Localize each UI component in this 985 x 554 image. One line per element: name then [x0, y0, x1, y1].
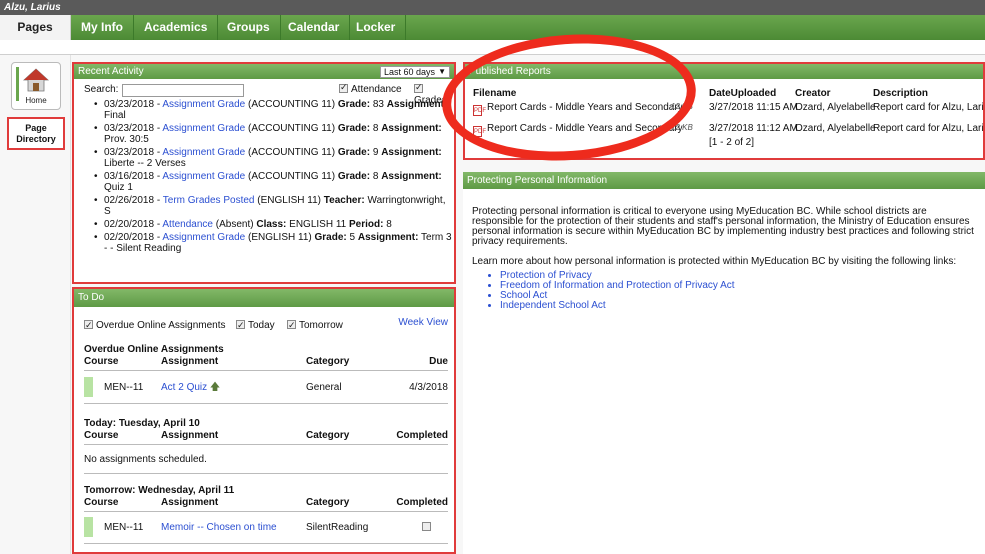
attendance-filter[interactable]: Attendance	[339, 82, 402, 95]
week-view-link[interactable]: Week View	[398, 316, 448, 330]
search-input[interactable]	[122, 84, 244, 97]
activity-list: 03/23/2018 - Assignment Grade (ACCOUNTIN…	[84, 99, 454, 256]
list-item: 03/23/2018 - Assignment Grade (ACCOUNTIN…	[94, 123, 454, 145]
report-link[interactable]: Report Cards - Middle Years and Secondar…	[487, 123, 683, 134]
col-description[interactable]: Description	[873, 88, 928, 99]
home-icon	[22, 68, 50, 92]
dropdown-arrow-icon: ▼	[438, 67, 446, 76]
col-creator[interactable]: Creator	[795, 88, 831, 99]
privacy-title: Protecting Personal Information	[467, 175, 608, 186]
page-directory-label-1: Page	[25, 123, 47, 133]
list-item: 02/20/2018 - Assignment Grade (ENGLISH 1…	[94, 232, 454, 254]
tomorrow-checkbox[interactable]	[287, 318, 296, 332]
table-row: PDFReport Cards - Middle Years and Secon…	[473, 102, 983, 116]
divider	[84, 543, 448, 544]
activity-link[interactable]: Assignment Grade	[162, 123, 245, 134]
privacy-links: Protection of Privacy Freedom of Informa…	[472, 271, 979, 311]
reports-header: Published Reports	[465, 64, 983, 79]
divider	[84, 370, 448, 371]
pager: [1 - 2 of 2]	[709, 137, 755, 148]
pdf-icon: PDF	[473, 105, 486, 116]
attendance-checkbox[interactable]	[339, 82, 348, 93]
divider	[84, 511, 448, 512]
activity-link[interactable]: Term Grades Posted	[163, 195, 255, 206]
recent-activity-title: Recent Activity	[78, 66, 144, 77]
reports-title: Published Reports	[469, 66, 551, 77]
home-button[interactable]: Home	[11, 62, 61, 110]
today-filter[interactable]: Today	[236, 318, 275, 333]
user-name-bar: Alzu, Larius	[0, 0, 985, 15]
list-item: 02/20/2018 - Attendance (Absent) Class: …	[94, 219, 454, 230]
privacy-paragraph-1: Protecting personal information is criti…	[472, 206, 974, 247]
search-row: Search: Attendance Grades	[84, 82, 454, 106]
privacy-paragraph-2: Learn more about how personal informatio…	[472, 256, 957, 267]
today-table-header: Course Assignment Category Completed	[84, 430, 448, 441]
arrow-up-icon: 🡅	[209, 382, 221, 393]
assignment-link[interactable]: Memoir -- Chosen on time	[161, 521, 277, 535]
tab-my-info[interactable]: My Info	[71, 15, 134, 40]
activity-link[interactable]: Assignment Grade	[162, 232, 245, 243]
top-navigation: Pages My Info Academics Groups Calendar …	[0, 15, 985, 55]
tab-locker[interactable]: Locker	[346, 15, 407, 40]
reports-table: Filename DateUploaded Creator Descriptio…	[473, 88, 983, 148]
tab-calendar[interactable]: Calendar	[278, 15, 351, 40]
privacy-link[interactable]: Freedom of Information and Protection of…	[500, 281, 979, 291]
page-directory-label-2: Directory	[16, 134, 56, 144]
divider	[84, 444, 448, 445]
search-label: Search:	[84, 84, 119, 95]
table-row: MEN--11 Act 2 Quiz 🡅 General 4/3/2018	[104, 381, 448, 395]
activity-link[interactable]: Attendance	[162, 219, 213, 230]
col-filename[interactable]: Filename	[473, 88, 516, 99]
assignment-link[interactable]: Act 2 Quiz 🡅	[161, 381, 220, 395]
privacy-body: Protecting personal information is criti…	[463, 189, 985, 311]
overdue-checkbox[interactable]	[84, 318, 93, 332]
recent-activity-header: Recent Activity Last 60 days ▼	[74, 64, 454, 79]
activity-link[interactable]: Assignment Grade	[162, 99, 245, 110]
table-row: MEN--11 Memoir -- Chosen on time SilentR…	[84, 521, 448, 535]
privacy-header: Protecting Personal Information	[463, 172, 985, 189]
grades-checkbox[interactable]	[414, 82, 423, 93]
empty-message: No assignments scheduled.	[84, 454, 207, 465]
list-item: 03/16/2018 - Assignment Grade (ACCOUNTIN…	[94, 171, 454, 193]
today-checkbox[interactable]	[236, 318, 245, 332]
recent-activity-panel: Recent Activity Last 60 days ▼ Search: A…	[72, 62, 456, 284]
user-name: Alzu, Larius	[4, 2, 61, 13]
attendance-label: Attendance	[351, 84, 402, 95]
date-range-value: Last 60 days	[384, 67, 436, 77]
tab-groups[interactable]: Groups	[217, 15, 281, 40]
list-item: 03/23/2018 - Assignment Grade (ACCOUNTIN…	[94, 147, 454, 169]
list-item: 02/26/2018 - Term Grades Posted (ENGLISH…	[94, 195, 454, 217]
completed-checkbox[interactable]	[422, 521, 434, 535]
col-date-uploaded[interactable]: DateUploaded	[709, 88, 776, 99]
list-item: 03/23/2018 - Assignment Grade (ACCOUNTIN…	[94, 99, 454, 121]
published-reports-panel: Published Reports Filename DateUploaded …	[463, 62, 985, 160]
activity-link[interactable]: Assignment Grade	[162, 147, 245, 158]
active-indicator	[16, 67, 19, 101]
report-link[interactable]: Report Cards - Middle Years and Secondar…	[487, 102, 683, 113]
tomorrow-table-header: Course Assignment Category Completed	[84, 497, 448, 508]
tab-academics[interactable]: Academics	[134, 15, 219, 40]
overdue-table-header: Course Assignment Category Due	[84, 356, 448, 367]
activity-link[interactable]: Assignment Grade	[162, 171, 245, 182]
pdf-icon: PDF	[473, 126, 486, 137]
todo-panel: To Do Overdue Online Assignments Today T…	[72, 287, 456, 554]
tab-pages[interactable]: Pages	[0, 15, 71, 40]
home-label: Home	[25, 96, 47, 105]
divider	[84, 403, 448, 404]
privacy-panel: Protecting Personal Information Protecti…	[463, 172, 985, 554]
todo-title: To Do	[78, 292, 105, 303]
todo-header: To Do	[74, 289, 454, 307]
table-row: PDFReport Cards - Middle Years and Secon…	[473, 123, 983, 137]
date-range-select[interactable]: Last 60 days ▼	[380, 66, 450, 78]
tomorrow-filter[interactable]: Tomorrow	[287, 318, 343, 333]
left-sidebar: Home Page Directory	[0, 55, 71, 554]
page-directory-button[interactable]: Page Directory	[7, 117, 65, 150]
divider	[84, 473, 448, 474]
privacy-link[interactable]: Independent School Act	[500, 301, 979, 311]
overdue-filter[interactable]: Overdue Online Assignments	[84, 318, 226, 333]
nav-tab-strip: My Info Academics Groups Calendar Locker	[71, 15, 985, 40]
todo-filters: Overdue Online Assignments Today Tomorro…	[84, 316, 448, 333]
